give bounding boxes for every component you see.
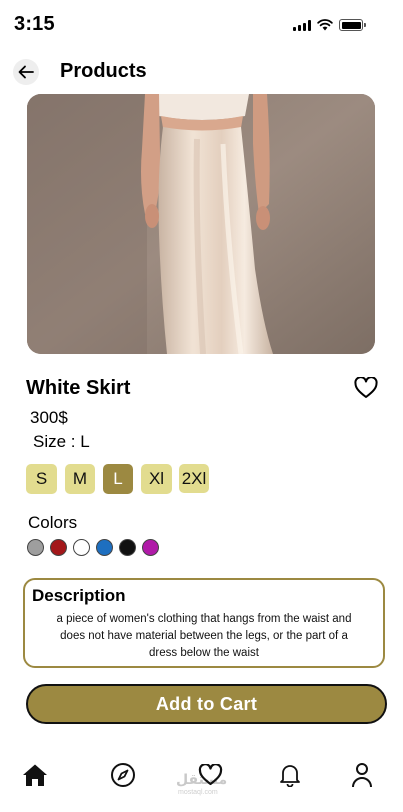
color-swatch-white[interactable] xyxy=(73,539,90,556)
heart-outline-icon xyxy=(354,376,378,398)
compass-icon xyxy=(111,763,135,787)
size-option-m[interactable]: M xyxy=(65,464,95,494)
color-swatch-red[interactable] xyxy=(50,539,67,556)
description-title: Description xyxy=(32,586,126,605)
tab-profile[interactable] xyxy=(347,760,377,790)
wifi-icon xyxy=(317,19,333,31)
home-icon xyxy=(23,764,47,786)
product-image xyxy=(27,94,375,354)
selected-size: Size : L xyxy=(33,432,90,451)
favorite-button[interactable] xyxy=(354,376,378,401)
description-text: a piece of women's clothing that hangs f… xyxy=(56,613,352,659)
tab-explore[interactable] xyxy=(108,760,138,790)
color-swatch-gray[interactable] xyxy=(27,539,44,556)
status-icons xyxy=(293,19,366,31)
arrow-left-icon xyxy=(18,65,34,79)
header: Products xyxy=(0,56,403,88)
bell-icon xyxy=(280,765,300,787)
back-button[interactable] xyxy=(13,59,39,85)
status-bar: 3:15 xyxy=(0,0,403,50)
product-name: White Skirt xyxy=(26,377,131,399)
size-option-xl[interactable]: Xl xyxy=(141,464,172,494)
add-to-cart-button[interactable]: Add to Cart xyxy=(26,684,387,724)
size-option-l[interactable]: L xyxy=(103,464,133,494)
size-option-s[interactable]: S xyxy=(26,464,57,494)
bottom-tab-bar xyxy=(0,760,403,800)
color-swatch-magenta[interactable] xyxy=(142,539,159,556)
battery-icon xyxy=(339,19,366,31)
tab-favorites[interactable] xyxy=(195,760,225,790)
colors-label: Colors xyxy=(28,513,78,532)
product-price: 300$ xyxy=(30,408,68,427)
tab-home[interactable] xyxy=(20,760,50,790)
page-title: Products xyxy=(60,60,147,82)
description-box: Description a piece of women's clothing … xyxy=(23,578,385,668)
profile-icon xyxy=(352,763,372,788)
color-swatch-black[interactable] xyxy=(119,539,136,556)
size-option-2xl[interactable]: 2Xl xyxy=(179,464,209,493)
heart-icon xyxy=(198,764,222,786)
status-time: 3:15 xyxy=(14,13,55,35)
color-swatch-blue[interactable] xyxy=(96,539,113,556)
tab-notifications[interactable] xyxy=(275,760,305,790)
signal-icon xyxy=(293,19,311,31)
